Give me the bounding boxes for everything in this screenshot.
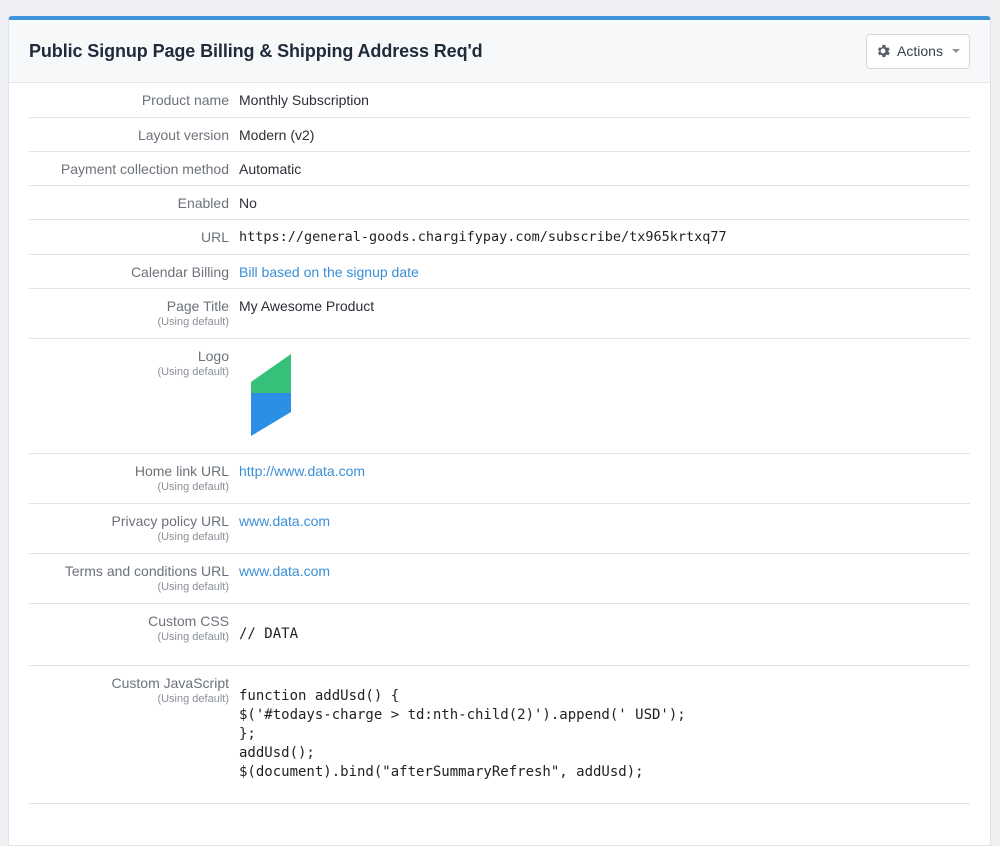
custom-js-default-note: (Using default): [157, 693, 229, 705]
enabled-value: No: [239, 195, 257, 211]
row-custom-js: Custom JavaScript (Using default) functi…: [29, 666, 970, 804]
row-custom-css: Custom CSS (Using default) // DATA: [29, 604, 970, 666]
privacy-policy-default-note: (Using default): [157, 531, 229, 543]
layout-version-value: Modern (v2): [239, 127, 315, 143]
layout-version-label: Layout version: [137, 127, 229, 143]
home-link-url[interactable]: http://www.data.com: [239, 463, 365, 479]
gear-icon: [877, 44, 890, 58]
actions-label: Actions: [897, 43, 943, 59]
home-link-label: Home link URL: [134, 463, 229, 479]
row-payment-method: Payment collection method Automatic: [29, 152, 970, 186]
row-home-link: Home link URL (Using default) http://www…: [29, 454, 970, 504]
details-list: Product name Monthly Subscription Layout…: [9, 83, 990, 804]
custom-css-code: // DATA: [239, 626, 299, 642]
row-calendar-billing: Calendar Billing Bill based on the signu…: [29, 255, 970, 289]
row-url: URL https://general-goods.chargifypay.co…: [29, 220, 970, 255]
row-terms: Terms and conditions URL (Using default)…: [29, 554, 970, 604]
page-title-label: Page Title: [166, 298, 229, 314]
terms-label: Terms and conditions URL: [64, 563, 229, 579]
row-product-name: Product name Monthly Subscription: [29, 83, 970, 118]
row-page-title: Page Title (Using default) My Awesome Pr…: [29, 289, 970, 339]
url-value: https://general-goods.chargifypay.com/su…: [239, 229, 727, 245]
row-privacy-policy: Privacy policy URL (Using default) www.d…: [29, 504, 970, 554]
payment-method-value: Automatic: [239, 161, 302, 177]
page-title-default-note: (Using default): [157, 316, 229, 328]
terms-link[interactable]: www.data.com: [239, 563, 330, 579]
terms-default-note: (Using default): [157, 581, 229, 593]
calendar-billing-link[interactable]: Bill based on the signup date: [239, 264, 419, 280]
caret-down-icon: [951, 49, 960, 53]
row-layout-version: Layout version Modern (v2): [29, 118, 970, 152]
custom-css-label: Custom CSS: [148, 613, 229, 629]
product-name-value: Monthly Subscription: [239, 92, 369, 108]
row-enabled: Enabled No: [29, 186, 970, 220]
home-link-default-note: (Using default): [157, 481, 229, 493]
page-title: Public Signup Page Billing & Shipping Ad…: [29, 40, 483, 61]
product-name-label: Product name: [141, 92, 229, 108]
custom-js-label: Custom JavaScript: [111, 675, 229, 691]
custom-js-code: function addUsd() { $('#todays-charge > …: [239, 688, 686, 780]
page-title-value: My Awesome Product: [239, 298, 375, 314]
payment-method-label: Payment collection method: [60, 161, 229, 177]
actions-dropdown-button[interactable]: Actions: [866, 33, 970, 69]
privacy-policy-link[interactable]: www.data.com: [239, 513, 330, 529]
chargify-logo-icon: [251, 354, 291, 436]
calendar-billing-label: Calendar Billing: [130, 264, 229, 280]
signup-page-panel: Public Signup Page Billing & Shipping Ad…: [8, 16, 991, 846]
privacy-policy-label: Privacy policy URL: [111, 513, 229, 529]
panel-header: Public Signup Page Billing & Shipping Ad…: [9, 20, 990, 83]
logo-label: Logo: [197, 348, 229, 364]
row-logo: Logo (Using default): [29, 339, 970, 454]
url-label: URL: [200, 229, 229, 245]
logo-default-note: (Using default): [157, 366, 229, 378]
custom-css-default-note: (Using default): [157, 631, 229, 643]
enabled-label: Enabled: [177, 195, 229, 211]
